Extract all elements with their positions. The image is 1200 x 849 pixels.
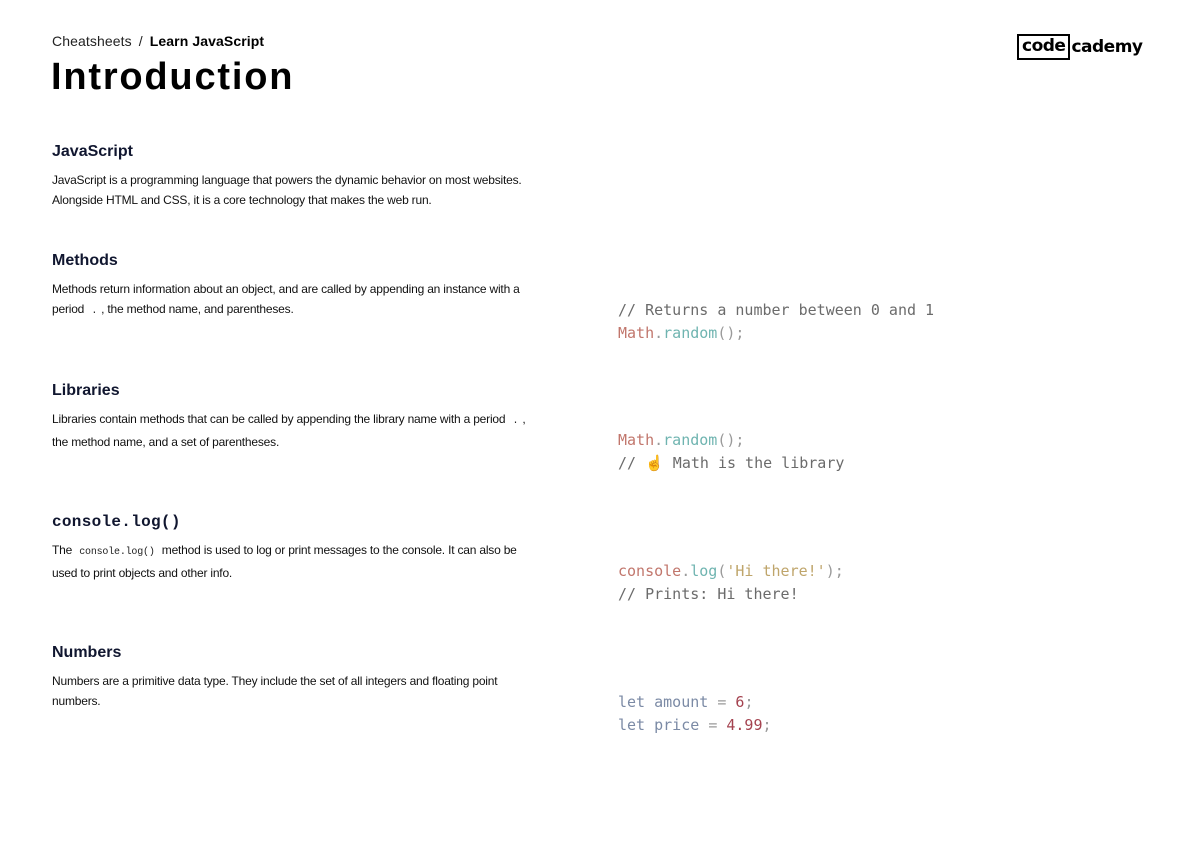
code-semicolon: ; xyxy=(762,715,772,734)
code-line: Math.random(); xyxy=(618,429,844,452)
section-title: Numbers xyxy=(52,644,122,661)
section-description: Libraries contain methods that can be ca… xyxy=(52,409,542,452)
code-object: Math xyxy=(618,323,655,342)
code-comment: // ☝️ Math is the library xyxy=(618,453,845,472)
inline-code: console.log() xyxy=(79,547,155,558)
breadcrumb-cheatsheets-link[interactable]: Cheatsheets xyxy=(52,33,132,49)
code-semicolon: ; xyxy=(735,323,745,342)
code-semicolon: ; xyxy=(744,693,754,711)
section-numbers: Numbers Numbers are a primitive data typ… xyxy=(52,644,1152,734)
code-paren-close: ) xyxy=(825,562,835,580)
code-comment: // Returns a number between 0 and 1 xyxy=(618,301,935,319)
section-console-log: console.log() The console.log() method i… xyxy=(52,513,1152,603)
desc-text: The xyxy=(52,543,73,557)
section-title: JavaScript xyxy=(52,143,133,160)
section-javascript: JavaScript JavaScript is a programming l… xyxy=(52,143,1152,207)
section-title: Methods xyxy=(52,252,118,269)
section-description: Methods return information about an obje… xyxy=(52,279,542,322)
section-description: Numbers are a primitive data type. They … xyxy=(52,674,498,708)
section-description: The console.log() method is used to log … xyxy=(52,540,542,583)
code-parens: () xyxy=(717,431,736,449)
section-title: Libraries xyxy=(52,382,120,399)
code-method: random xyxy=(663,323,718,342)
code-line: Math.random(); xyxy=(618,322,934,345)
code-semicolon: ; xyxy=(735,431,745,449)
code-comment: // Prints: Hi there! xyxy=(618,584,799,603)
code-operator: = xyxy=(717,693,727,711)
inline-code: . xyxy=(91,306,98,317)
code-operator: = xyxy=(708,715,718,734)
code-dot: . xyxy=(654,431,664,449)
desc-text: , the method name, and parentheses. xyxy=(101,302,294,316)
breadcrumb: Cheatsheets / Learn JavaScript xyxy=(52,33,264,49)
breadcrumb-separator: / xyxy=(138,33,143,49)
section-title: console.log() xyxy=(52,513,181,531)
code-string: 'Hi there!' xyxy=(726,562,826,580)
code-example: console.log('Hi there!');// Prints: Hi t… xyxy=(618,560,844,605)
code-line: // ☝️ Math is the library xyxy=(618,452,844,475)
code-keyword: let xyxy=(618,693,646,711)
code-variable: amount xyxy=(654,693,709,711)
code-example: // Returns a number between 0 and 1 Math.… xyxy=(618,299,934,344)
code-line: // Returns a number between 0 and 1 xyxy=(618,299,934,322)
section-libraries: Libraries Libraries contain methods that… xyxy=(52,382,1152,472)
code-object: console xyxy=(618,562,682,580)
logo-cademy-text: cademy xyxy=(1071,36,1143,57)
code-line: let amount = 6; xyxy=(618,691,772,714)
code-line: // Prints: Hi there! xyxy=(618,583,844,606)
code-example: let amount = 6; let price = 4.99; xyxy=(618,691,772,736)
desc-text: Libraries contain methods that can be ca… xyxy=(52,412,506,426)
code-semicolon: ; xyxy=(834,562,844,580)
code-variable: price xyxy=(654,715,700,734)
code-dot: . xyxy=(681,562,691,580)
code-number: 4.99 xyxy=(726,715,763,734)
code-example: Math.random();// ☝️ Math is the library xyxy=(618,429,844,474)
code-keyword: let xyxy=(618,715,646,734)
code-object: Math xyxy=(618,431,655,449)
section-methods: Methods Methods return information about… xyxy=(52,252,1152,342)
code-line: let price = 4.99; xyxy=(618,714,772,737)
code-parens: () xyxy=(717,323,736,342)
breadcrumb-current[interactable]: Learn JavaScript xyxy=(150,33,264,49)
codecademy-logo[interactable]: code cademy xyxy=(1017,34,1143,60)
code-method: log xyxy=(690,562,718,580)
logo-code-box: code xyxy=(1017,34,1071,60)
page-title: Introduction xyxy=(51,56,295,98)
code-line: console.log('Hi there!'); xyxy=(618,560,844,583)
inline-code: . xyxy=(512,416,519,427)
code-dot: . xyxy=(654,323,664,342)
code-method: random xyxy=(663,431,718,449)
section-description: JavaScript is a programming language tha… xyxy=(52,173,522,207)
